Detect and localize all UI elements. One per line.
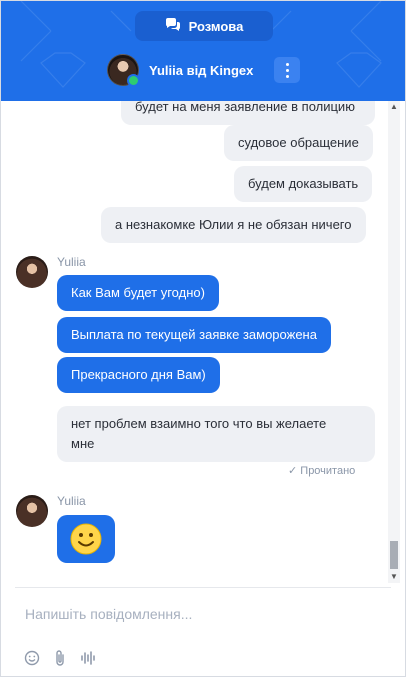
sender-name: Yuliia — [57, 255, 86, 269]
read-status: Прочитано — [300, 465, 356, 477]
scroll-up-arrow-icon[interactable]: ▲ — [388, 101, 400, 113]
agent-name: Yuliia від Kingex — [149, 62, 254, 78]
message-line: мне — [71, 436, 95, 451]
message-line: нет проблем взаимно того что вы желаете — [71, 416, 327, 431]
paperclip-icon[interactable] — [51, 649, 69, 667]
message-partial: будет на меня заявление в полицию — [121, 101, 375, 125]
more-options-button[interactable] — [274, 57, 300, 83]
read-receipt: ✓ Прочитано — [288, 464, 355, 477]
check-icon: ✓ — [288, 465, 298, 477]
scrollbar[interactable]: ▲ ▼ — [388, 101, 400, 583]
message-agent: Выплата по текущей заявке заморожена — [57, 317, 331, 353]
emoji-icon[interactable] — [23, 649, 41, 667]
message-list: будет на меня заявление в полицию судово… — [1, 101, 405, 587]
message-emoji — [57, 515, 115, 563]
conversation-tab[interactable]: Розмова — [135, 11, 273, 41]
chat-header: Розмова Yuliia від Kingex — [1, 1, 405, 101]
chat-widget: Розмова Yuliia від Kingex будет на меня … — [0, 0, 406, 677]
chat-bubbles-icon — [165, 17, 181, 35]
agent-info: Yuliia від Kingex — [107, 54, 254, 87]
sender-avatar — [16, 495, 48, 527]
composer-toolbar — [23, 649, 97, 667]
message-user: а незнакомке Юлии я не обязан ничего — [101, 207, 366, 243]
message-input[interactable] — [23, 603, 377, 625]
agent-avatar — [107, 54, 140, 87]
scrollbar-thumb[interactable] — [390, 541, 398, 569]
conversation-tab-label: Розмова — [188, 18, 244, 34]
message-agent: Как Вам будет угодно) — [57, 275, 219, 311]
message-user-multiline: нет проблем взаимно того что вы желаете … — [57, 406, 375, 462]
scroll-down-arrow-icon[interactable]: ▼ — [388, 571, 400, 583]
online-status-indicator — [127, 74, 140, 87]
message-agent: Прекрасного дня Вам) — [57, 357, 220, 393]
sender-avatar — [16, 256, 48, 288]
more-vertical-icon — [285, 62, 289, 66]
message-user: судовое обращение — [224, 125, 373, 161]
smile-emoji-icon — [70, 523, 102, 555]
message-user: будем доказывать — [234, 166, 373, 202]
voice-wave-icon[interactable] — [79, 649, 97, 667]
composer-divider — [15, 587, 391, 588]
sender-name: Yuliia — [57, 494, 86, 508]
